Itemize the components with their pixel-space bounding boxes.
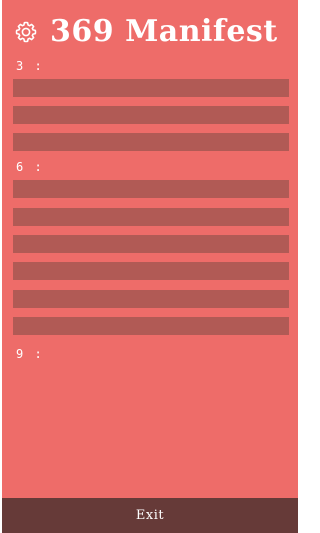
header: 369 Manifest [2,0,298,58]
section-label-9: 9 : [16,347,44,361]
section-label-6: 6 : [16,160,44,174]
entry-3-2[interactable] [13,106,289,124]
entry-6-3[interactable] [13,235,289,253]
entry-6-5[interactable] [13,290,289,308]
entry-6-1[interactable] [13,180,289,198]
entry-3-1[interactable] [13,79,289,97]
section-label-3: 3 : [16,59,44,73]
entry-6-2[interactable] [13,208,289,226]
exit-label: Exit [135,508,165,523]
exit-button[interactable]: Exit [2,498,298,533]
gear-icon[interactable] [14,20,38,44]
entry-6-4[interactable] [13,262,289,280]
app-root: 369 Manifest 3 : 6 : 9 : Exit [0,0,300,533]
entry-6-6[interactable] [13,317,289,335]
entry-3-3[interactable] [13,133,289,151]
page-title: 369 Manifest [50,14,278,49]
